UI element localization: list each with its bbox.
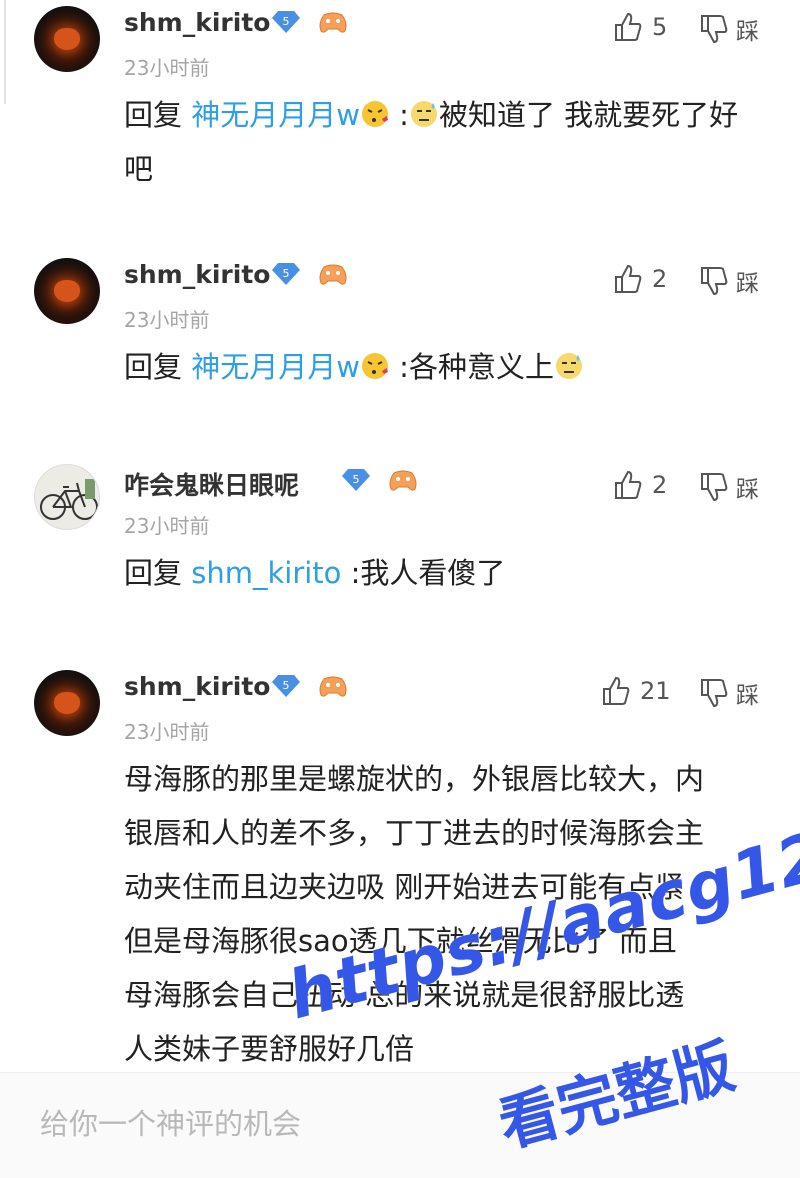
svg-text:5: 5 (283, 679, 290, 692)
like-count: 21 (640, 677, 671, 705)
reply-prefix: 回复 (124, 350, 183, 384)
avatar[interactable] (34, 258, 100, 324)
comment-text: 回复 神无月月月w : 被知道了 我就要死了好吧 (124, 98, 739, 186)
level-badge-icon: 5 (272, 11, 300, 33)
reply-prefix: 回复 (124, 556, 183, 590)
dislike-button[interactable]: 踩 (700, 12, 759, 46)
dislike-label: 踩 (736, 271, 759, 297)
dislike-label: 踩 (736, 19, 759, 45)
avatar[interactable] (34, 464, 100, 530)
thumbs-down-icon (701, 679, 728, 708)
svg-text:5: 5 (283, 267, 290, 280)
level-badge-icon: 5 (342, 469, 370, 491)
username[interactable]: 咋会鬼眯日眼呢 (124, 466, 299, 502)
mention-link[interactable]: 神无月月月w (191, 98, 360, 132)
username[interactable]: shm_kirito (124, 260, 270, 289)
kiss-emoji-icon (361, 101, 388, 127)
comment-line: 母海豚的那里是螺旋状的，外银唇比较大，内 (124, 762, 705, 796)
dislike-button[interactable]: 踩 (700, 470, 759, 504)
svg-text:5: 5 (283, 15, 290, 28)
avatar[interactable] (34, 6, 100, 72)
thumbs-up-icon (615, 264, 642, 293)
comment-time: 23小时前 (124, 56, 210, 80)
dislike-button[interactable]: 踩 (700, 676, 759, 710)
comment-time: 23小时前 (124, 720, 210, 744)
username[interactable]: shm_kirito (124, 8, 270, 37)
like-button[interactable]: 21 (602, 676, 671, 706)
gamepad-badge-icon (319, 12, 347, 33)
thumbs-down-icon (701, 473, 728, 502)
dislike-label: 踩 (736, 683, 759, 709)
comment-text: 回复 神无月月月w :各种意义上 (124, 340, 764, 394)
thumbs-up-icon (603, 676, 630, 705)
comment-time: 23小时前 (124, 308, 210, 332)
sweat-emoji-icon (555, 353, 582, 379)
mention-link[interactable]: shm_kirito (191, 556, 341, 590)
bicycle-icon (40, 479, 98, 520)
like-count: 5 (652, 13, 668, 41)
like-count: 2 (652, 471, 668, 499)
like-count: 2 (652, 265, 668, 293)
avatar[interactable] (34, 670, 100, 736)
thumbs-down-icon (701, 267, 728, 296)
thread-indent-line (4, 0, 6, 104)
dislike-label: 踩 (736, 477, 759, 503)
comment-text: 回复 shm_kirito :我人看傻了 (124, 556, 506, 590)
dislike-button[interactable]: 踩 (700, 264, 759, 298)
gamepad-badge-icon (319, 264, 347, 285)
thumbs-down-icon (701, 15, 728, 44)
level-badge-icon: 5 (272, 675, 300, 697)
reply-prefix: 回复 (124, 98, 183, 132)
like-button[interactable]: 2 (614, 264, 667, 294)
sweat-emoji-icon (410, 101, 437, 127)
comment-input-placeholder[interactable]: 给你一个神评的机会 (40, 1101, 301, 1143)
thumbs-up-icon (615, 12, 642, 41)
kiss-emoji-icon (361, 353, 388, 379)
gamepad-badge-icon (319, 676, 347, 697)
like-button[interactable]: 5 (614, 12, 667, 42)
mention-link[interactable]: 神无月月月w (191, 350, 360, 384)
gamepad-badge-icon (389, 470, 417, 491)
comment-time: 23小时前 (124, 514, 210, 538)
thumbs-up-icon (615, 470, 642, 499)
comment-line: 银唇和人的差不多，丁丁进去的时候海豚会主 (124, 816, 705, 850)
level-badge-icon: 5 (272, 263, 300, 285)
username[interactable]: shm_kirito (124, 672, 270, 701)
svg-text:5: 5 (353, 473, 360, 486)
like-button[interactable]: 2 (614, 470, 667, 500)
